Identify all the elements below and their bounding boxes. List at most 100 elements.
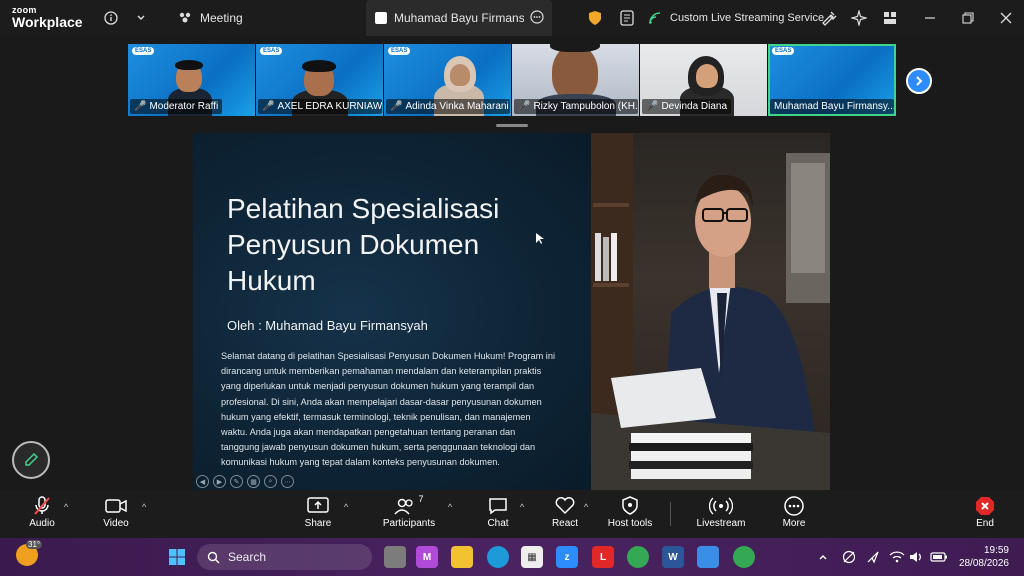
participants-options-caret[interactable]: ^ — [448, 502, 452, 512]
search-placeholder: Search — [228, 550, 267, 564]
react-label: React — [551, 518, 579, 529]
meeting-tab[interactable]: Meeting — [176, 0, 243, 36]
task-view-icon[interactable] — [384, 546, 406, 568]
chevron-right-icon — [916, 76, 923, 86]
m365-icon[interactable]: M — [416, 546, 438, 568]
participant-tile[interactable]: 🎤 Rizky Tampubolon (KH... — [512, 44, 640, 116]
annotate-icon[interactable] — [820, 0, 836, 36]
edge-icon[interactable] — [487, 546, 509, 568]
sparkle-icon[interactable] — [851, 0, 867, 36]
slide-nav-toolbar: ◀ ▶ ✎ ▦ ⌕ ⋯ — [196, 475, 294, 488]
esas-logo: ESAS — [260, 47, 283, 55]
audio-button[interactable]: Audio — [6, 494, 78, 534]
react-button[interactable]: React — [529, 494, 601, 534]
info-icon[interactable] — [104, 0, 118, 36]
participant-tile[interactable]: ESAS 🎤 Moderator Raffi — [128, 44, 256, 116]
next-page-button[interactable] — [906, 68, 932, 94]
livestream-button[interactable]: Livestream — [685, 494, 757, 534]
clock-time: 19:59 — [983, 545, 1009, 556]
share-button[interactable]: Share — [282, 494, 354, 534]
shield-icon[interactable] — [588, 0, 602, 36]
video-options-caret[interactable]: ^ — [142, 502, 146, 512]
audio-options-caret[interactable]: ^ — [64, 502, 68, 512]
search-icon — [207, 551, 220, 563]
gallery-view-icon[interactable] — [883, 0, 897, 36]
chrome-icon[interactable] — [627, 546, 649, 568]
participant-tile-active-speaker[interactable]: ESAS Muhamad Bayu Firmansy... — [768, 44, 896, 116]
clock-date: 28/08/2026 — [958, 558, 1009, 569]
video-camera-icon — [105, 494, 127, 518]
meeting-stage: ESAS 🎤 Moderator Raffi ESAS 🎤 AXEL EDRA KU… — [0, 36, 1024, 491]
participants-button[interactable]: 7 Participants — [373, 494, 445, 534]
participant-tile[interactable]: ESAS 🎤 AXEL EDRA KURNIAW... — [256, 44, 384, 116]
esas-logo: ESAS — [772, 47, 795, 55]
store-icon[interactable]: ▦ — [521, 546, 543, 568]
participant-name: 🎤 Moderator Raffi — [130, 99, 223, 114]
heart-icon — [555, 494, 575, 518]
livestream-label: Livestream — [696, 518, 746, 529]
slides-icon[interactable]: ▦ — [247, 475, 260, 488]
end-label: End — [976, 518, 994, 529]
chevron-down-icon[interactable] — [136, 0, 146, 36]
shield-icon — [621, 494, 639, 518]
location-icon[interactable] — [862, 546, 884, 568]
resize-handle[interactable] — [496, 124, 528, 127]
slide-photo — [591, 133, 830, 491]
more-icon[interactable]: ⋯ — [281, 475, 294, 488]
participants-icon: 7 — [394, 494, 424, 518]
notes-icon[interactable] — [620, 0, 634, 36]
more-options-icon[interactable] — [530, 9, 544, 27]
chat-label: Chat — [487, 518, 509, 529]
chat-button[interactable]: Chat — [462, 494, 534, 534]
signal-icon — [646, 9, 664, 27]
more-button[interactable]: More — [758, 494, 830, 534]
annotate-pen-button[interactable] — [12, 441, 50, 479]
restore-icon[interactable] — [958, 8, 978, 28]
chevron-up-icon[interactable] — [812, 546, 834, 568]
cursor-icon — [536, 233, 544, 244]
share-options-caret[interactable]: ^ — [344, 502, 348, 512]
participant-tile[interactable]: ESAS 🎤 Adinda Vinka Maharani — [384, 44, 512, 116]
video-label: Video — [103, 518, 129, 529]
zoom-icon[interactable]: ⌕ — [264, 475, 277, 488]
tab-meeting-window[interactable]: Muhamad Bayu Firmansyah-Kc — [366, 0, 552, 36]
app-l-icon[interactable]: L — [592, 546, 614, 568]
chat-options-caret[interactable]: ^ — [520, 502, 524, 512]
system-clock[interactable]: 19:59 28/08/2026 — [955, 544, 1009, 570]
video-button[interactable]: Video — [80, 494, 152, 534]
title-bar: zoom Workplace Meeting Muhamad Bayu Firm… — [0, 0, 1024, 36]
prev-slide-icon[interactable]: ◀ — [196, 475, 209, 488]
weather-icon[interactable]: 31° — [16, 540, 43, 566]
react-options-caret[interactable]: ^ — [584, 502, 588, 512]
share-screen-icon — [307, 494, 329, 518]
host-tools-button[interactable]: Host tools — [594, 494, 666, 534]
muted-mic-icon: 🎤 — [518, 101, 531, 112]
battery-icon[interactable] — [928, 546, 950, 568]
wifi-icon[interactable] — [886, 546, 908, 568]
close-icon[interactable] — [996, 8, 1016, 28]
taskbar-search[interactable]: Search — [197, 544, 372, 570]
end-meeting-button[interactable]: End — [949, 494, 1021, 534]
muted-mic-icon — [32, 494, 52, 518]
minimize-icon[interactable] — [920, 8, 940, 28]
muted-mic-icon: 🎤 — [646, 101, 659, 112]
chat-bubble-icon — [488, 494, 508, 518]
pen-icon[interactable]: ✎ — [230, 475, 243, 488]
zoom-app-icon[interactable]: z — [556, 546, 578, 568]
file-explorer-icon[interactable] — [451, 546, 473, 568]
word-icon[interactable]: W — [662, 546, 684, 568]
no-network-icon[interactable] — [838, 546, 860, 568]
participant-tile[interactable]: 🎤 Devinda Diana — [640, 44, 768, 116]
streaming-label: Custom Live Streaming Service — [670, 12, 825, 24]
chrome-profile-icon[interactable] — [733, 546, 755, 568]
esas-logo: ESAS — [132, 47, 155, 55]
windows-taskbar: 31° Search M ▦ z L W 19:59 28/08/2026 — [0, 538, 1024, 576]
meeting-tab-label: Meeting — [200, 11, 243, 25]
next-slide-icon[interactable]: ▶ — [213, 475, 226, 488]
streaming-status[interactable]: Custom Live Streaming Service — [646, 0, 838, 36]
participant-name: 🎤 Adinda Vinka Maharani — [386, 99, 510, 114]
start-icon[interactable] — [166, 546, 188, 568]
volume-icon[interactable] — [906, 546, 928, 568]
window-icon — [374, 9, 388, 27]
photos-icon[interactable] — [697, 546, 719, 568]
